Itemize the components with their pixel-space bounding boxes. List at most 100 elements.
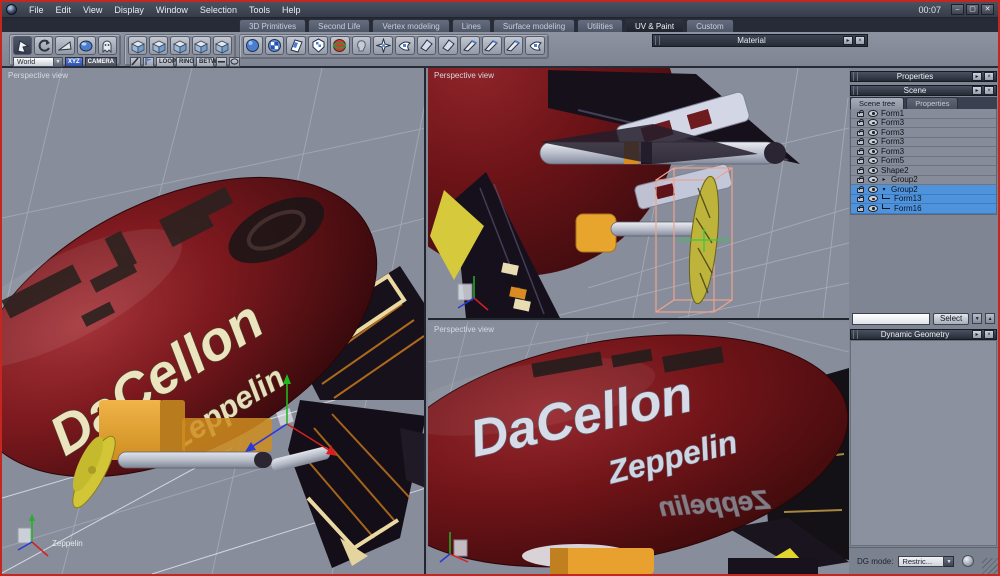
properties-panel-header[interactable]: Properties ▸ ×: [850, 71, 997, 82]
scroll-up-button[interactable]: ▲: [985, 313, 995, 324]
uv-peel-icon[interactable]: [416, 36, 437, 55]
ring-button[interactable]: RING: [176, 56, 194, 67]
expand-arrow-icon[interactable]: ▸: [880, 176, 888, 183]
uv-cut-icon[interactable]: [481, 36, 502, 55]
select-vertices-icon[interactable]: [149, 36, 169, 55]
lock-icon[interactable]: [857, 138, 864, 146]
uv-sphere-projection-icon[interactable]: [243, 36, 263, 55]
uv-globe-material-icon[interactable]: [329, 36, 350, 55]
tab-3d-primitives[interactable]: 3D Primitives: [239, 19, 307, 32]
scene-tree-item-form5[interactable]: Form5: [851, 156, 996, 166]
app-logo-icon[interactable]: [6, 4, 17, 15]
close-icon[interactable]: ×: [855, 36, 865, 45]
scene-tree-item-form3[interactable]: Form3: [851, 147, 996, 157]
uv-head-preview-icon[interactable]: [351, 36, 372, 55]
scene-tree-item-group2[interactable]: ▾ Group2: [851, 185, 996, 195]
chevron-down-icon[interactable]: ▼: [944, 555, 955, 567]
expand-icon[interactable]: ▸: [972, 86, 982, 95]
rotate-tool-icon[interactable]: [34, 36, 54, 55]
tab-surface-modeling[interactable]: Surface modeling: [492, 19, 576, 32]
close-icon[interactable]: ×: [984, 330, 994, 339]
scene-tree-item-form3[interactable]: Form3: [851, 137, 996, 147]
tab-vertex-modeling[interactable]: Vertex modeling: [372, 19, 450, 32]
viewport-top-right[interactable]: Perspective view: [428, 68, 849, 320]
menu-edit[interactable]: Edit: [50, 2, 78, 18]
tab-second-life[interactable]: Second Life: [308, 19, 371, 32]
dg-mode-toggle[interactable]: [962, 555, 975, 567]
shrink-selection-icon[interactable]: [216, 56, 227, 67]
lock-icon[interactable]: [857, 166, 864, 174]
visibility-eye-icon[interactable]: [868, 138, 878, 146]
scene-tree-item-form16[interactable]: Form16: [851, 203, 996, 214]
scene-tree-item-form3[interactable]: Form3: [851, 118, 996, 128]
scroll-down-button[interactable]: ▼: [972, 313, 983, 324]
uv-knife-icon[interactable]: [460, 36, 480, 55]
ghost-mode-icon[interactable]: [97, 36, 118, 55]
scene-tree-item-form13[interactable]: Form13: [851, 194, 996, 204]
face-tool-icon[interactable]: [55, 36, 75, 55]
lock-icon[interactable]: [857, 147, 864, 155]
visibility-eye-icon[interactable]: [868, 176, 878, 184]
uv-checker-sphere-icon[interactable]: [264, 36, 285, 55]
scene-tree-item-form3[interactable]: Form3: [851, 128, 996, 138]
scene-panel-header[interactable]: Scene ▸ ×: [850, 85, 997, 96]
menu-view[interactable]: View: [77, 2, 108, 18]
uv-stitch-icon[interactable]: [503, 36, 524, 55]
scene-tree-item-form1[interactable]: Form1: [851, 109, 996, 119]
chevron-down-icon[interactable]: ▼: [52, 57, 62, 66]
lock-icon[interactable]: [857, 119, 864, 127]
viewport-main[interactable]: Perspective view DaCellon Zeppelin Zeppe…: [2, 68, 426, 574]
expand-icon[interactable]: ▸: [843, 36, 853, 45]
dynamic-geometry-panel-header[interactable]: Dynamic Geometry ▸ ×: [850, 329, 997, 340]
menu-help[interactable]: Help: [276, 2, 307, 18]
resize-grip[interactable]: [982, 558, 998, 574]
uv-star-checker-icon[interactable]: [373, 36, 394, 55]
menu-display[interactable]: Display: [108, 2, 150, 18]
lock-icon[interactable]: [857, 176, 864, 184]
lock-icon[interactable]: [857, 204, 864, 212]
tab-lines[interactable]: Lines: [451, 19, 491, 32]
visibility-eye-icon[interactable]: [868, 147, 878, 155]
orbit-tool-icon[interactable]: [76, 36, 96, 55]
loop-button[interactable]: LOOP: [156, 56, 176, 67]
visibility-eye-icon[interactable]: [868, 119, 878, 127]
visibility-eye-icon[interactable]: [868, 128, 878, 136]
collapse-arrow-icon[interactable]: ▾: [880, 186, 888, 193]
menu-window[interactable]: Window: [150, 2, 194, 18]
visibility-eye-icon[interactable]: [868, 185, 878, 193]
betw-button[interactable]: BETW: [196, 56, 217, 67]
uv-unfold-icon[interactable]: [438, 36, 459, 55]
select-arrow-icon[interactable]: [13, 36, 33, 55]
menu-tools[interactable]: Tools: [243, 2, 276, 18]
scene-tab-scene-tree[interactable]: Scene tree: [850, 97, 905, 109]
minimize-button[interactable]: –: [951, 4, 964, 15]
maximize-button[interactable]: ▢: [966, 4, 979, 15]
lock-icon[interactable]: [857, 185, 864, 193]
expand-icon[interactable]: ▸: [972, 72, 982, 81]
scene-tree-item-group2[interactable]: ▸ Group2: [851, 175, 996, 185]
select-button[interactable]: Select: [933, 312, 970, 325]
visibility-eye-icon[interactable]: [868, 109, 878, 117]
pen-select-icon[interactable]: [130, 56, 141, 67]
visibility-eye-icon[interactable]: [868, 195, 878, 203]
lock-icon[interactable]: [857, 157, 864, 165]
uv-wrap-icon[interactable]: [525, 36, 546, 55]
paint-select-icon[interactable]: [143, 56, 154, 67]
tab-custom[interactable]: Custom: [686, 19, 734, 32]
visibility-eye-icon[interactable]: [868, 204, 878, 212]
uv-bend-plane-icon[interactable]: [286, 36, 307, 55]
visibility-eye-icon[interactable]: [868, 157, 878, 165]
camera-button[interactable]: CAMERA: [84, 56, 117, 67]
select-faces-icon[interactable]: [191, 36, 211, 55]
close-icon[interactable]: ×: [984, 86, 994, 95]
tab-utilities[interactable]: Utilities: [577, 19, 623, 32]
close-button[interactable]: ✕: [981, 4, 994, 15]
scene-tree-item-shape2[interactable]: Shape2: [851, 166, 996, 176]
uv-pinch-checker-icon[interactable]: [395, 36, 415, 55]
select-cube-icon[interactable]: [128, 36, 148, 55]
lock-icon[interactable]: [857, 109, 864, 117]
expand-icon[interactable]: ▸: [972, 330, 982, 339]
material-panel-bar[interactable]: Material ▸ ×: [652, 34, 868, 47]
menu-file[interactable]: File: [23, 2, 50, 18]
scene-tab-properties[interactable]: Properties: [906, 97, 959, 109]
